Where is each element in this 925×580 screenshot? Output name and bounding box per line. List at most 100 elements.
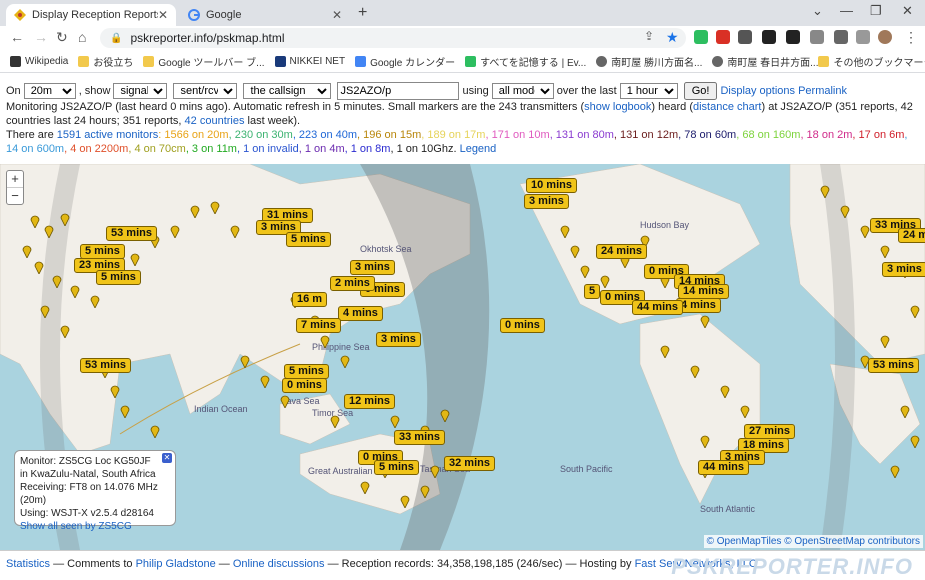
station-marker-icon[interactable] <box>22 244 32 258</box>
station-marker-icon[interactable] <box>880 244 890 258</box>
time-label[interactable]: 0 mins <box>500 318 545 333</box>
station-marker-icon[interactable] <box>40 304 50 318</box>
close-tab-icon[interactable]: ✕ <box>332 8 342 22</box>
station-marker-icon[interactable] <box>70 284 80 298</box>
station-marker-icon[interactable] <box>700 434 710 448</box>
online-discussions-link[interactable]: Online discussions <box>233 558 325 570</box>
station-marker-icon[interactable] <box>860 224 870 238</box>
extension-icon[interactable] <box>738 30 752 44</box>
forward-icon[interactable]: → <box>34 29 48 45</box>
station-marker-icon[interactable] <box>340 354 350 368</box>
bookmark-minamimachiya-2[interactable]: 南町屋 春日井方面... <box>712 54 818 69</box>
time-label[interactable]: 53 mins <box>80 358 131 373</box>
station-marker-icon[interactable] <box>60 212 70 226</box>
station-marker-icon[interactable] <box>570 244 580 258</box>
period-select[interactable]: 1 hour <box>619 83 678 99</box>
station-marker-icon[interactable] <box>440 408 450 422</box>
time-label[interactable]: 5 <box>584 284 601 299</box>
evernote-extension-icon[interactable] <box>694 30 708 44</box>
station-marker-icon[interactable] <box>260 374 270 388</box>
openstreetmap-link[interactable]: © OpenStreetMap contributors <box>784 536 920 547</box>
time-label[interactable]: 12 mins <box>344 394 395 409</box>
bookmark-folder[interactable]: お役立ち <box>78 54 133 69</box>
time-label[interactable]: 5 mins <box>286 232 331 247</box>
time-label[interactable]: 3 mins <box>524 194 569 209</box>
distance-chart-link[interactable]: distance chart <box>693 101 761 113</box>
bookmark-wikipedia[interactable]: Wikipedia <box>10 55 68 67</box>
time-label[interactable]: 24 mins <box>596 244 647 259</box>
gladstone-link[interactable]: Philip Gladstone <box>136 558 216 570</box>
minimize-icon[interactable]: — <box>840 3 853 18</box>
station-marker-icon[interactable] <box>190 204 200 218</box>
time-label[interactable]: 4 mins <box>338 306 383 321</box>
time-label[interactable]: 3 mins <box>350 260 395 275</box>
time-label[interactable]: 7 mins <box>296 318 341 333</box>
puzzle-extensions-icon[interactable] <box>834 30 848 44</box>
show-all-seen-link[interactable]: Show all seen by ZS5CG <box>20 521 132 532</box>
restore-icon[interactable]: ❐ <box>870 3 882 19</box>
new-extension-icon[interactable] <box>716 30 730 44</box>
bookmark-other[interactable]: その他のブックマーク <box>818 54 925 69</box>
bookmark-nikkei[interactable]: NIKKEI NET <box>274 55 345 67</box>
time-label[interactable]: 24 mins <box>898 228 925 243</box>
time-label[interactable]: 53 mins <box>106 226 157 241</box>
bookmark-google-calendar[interactable]: Google カレンダー <box>355 54 455 69</box>
station-marker-icon[interactable] <box>910 434 920 448</box>
station-marker-icon[interactable] <box>320 334 330 348</box>
back-icon[interactable]: ← <box>10 29 24 45</box>
home-icon[interactable]: ⌂ <box>78 29 86 45</box>
ai-extension-icon[interactable] <box>762 30 776 44</box>
new-tab-icon[interactable]: + <box>358 4 367 22</box>
station-marker-icon[interactable] <box>690 364 700 378</box>
time-label[interactable]: 5 mins <box>96 270 141 285</box>
station-marker-icon[interactable] <box>600 274 610 288</box>
active-monitors-link[interactable]: 1591 active monitors <box>57 129 159 141</box>
close-tab-icon[interactable]: ✕ <box>158 8 168 22</box>
callsign-input[interactable] <box>337 82 460 100</box>
time-label[interactable]: 14 mins <box>678 284 729 299</box>
station-marker-icon[interactable] <box>400 494 410 508</box>
station-marker-icon[interactable] <box>820 184 830 198</box>
countries-link[interactable]: 42 countries <box>185 115 245 127</box>
mode-select[interactable]: all modes <box>491 83 554 99</box>
show-logbook-link[interactable]: show logbook <box>584 101 651 113</box>
openmaptiles-link[interactable]: © OpenMapTiles <box>707 536 782 547</box>
station-marker-icon[interactable] <box>170 224 180 238</box>
band-select[interactable]: 20m <box>23 83 76 99</box>
bookmark-google-toolbar[interactable]: Google ツールバー ブ... <box>143 54 265 69</box>
reception-map[interactable]: + − Okhotsk Sea Hudson Bay Philippine Sea J… <box>0 164 925 550</box>
profile-avatar-icon[interactable] <box>878 30 892 44</box>
station-marker-icon[interactable] <box>110 384 120 398</box>
station-marker-icon[interactable] <box>130 252 140 266</box>
tab-google[interactable]: Google ✕ <box>180 4 350 26</box>
station-marker-icon[interactable] <box>720 384 730 398</box>
close-popup-icon[interactable]: ✕ <box>162 453 172 463</box>
station-marker-icon[interactable] <box>150 424 160 438</box>
zoom-in-button[interactable]: + <box>7 171 23 187</box>
bookmark-minamimachiya-1[interactable]: 南町屋 勝川方面名... <box>596 54 702 69</box>
time-label[interactable]: 33 mins <box>394 430 445 445</box>
time-label[interactable]: 0 mins <box>282 378 327 393</box>
station-marker-icon[interactable] <box>30 214 40 228</box>
time-label[interactable]: 44 mins <box>698 460 749 475</box>
share-icon[interactable]: ⇪ <box>644 29 654 43</box>
permalink-link[interactable]: Permalink <box>798 85 847 97</box>
bookmark-evernote[interactable]: すべてを記憶する | Ev... <box>465 54 586 69</box>
station-marker-icon[interactable] <box>34 260 44 274</box>
time-label[interactable]: 3 mins <box>376 332 421 347</box>
time-label[interactable]: 44 mins <box>632 300 683 315</box>
close-window-icon[interactable]: ✕ <box>902 3 913 19</box>
time-label[interactable]: 5 mins <box>284 364 329 379</box>
station-marker-icon[interactable] <box>240 354 250 368</box>
station-marker-icon[interactable] <box>230 224 240 238</box>
station-marker-icon[interactable] <box>740 404 750 418</box>
station-marker-icon[interactable] <box>120 404 130 418</box>
station-marker-icon[interactable] <box>660 344 670 358</box>
time-label[interactable]: 5 mins <box>80 244 125 259</box>
time-label[interactable]: 3 mins <box>882 262 925 277</box>
station-marker-icon[interactable] <box>210 200 220 214</box>
direction-select[interactable]: sent/rcvd by <box>173 83 238 99</box>
station-marker-icon[interactable] <box>700 314 710 328</box>
tab-search-icon[interactable]: ⌄ <box>812 3 823 19</box>
station-marker-icon[interactable] <box>580 264 590 278</box>
